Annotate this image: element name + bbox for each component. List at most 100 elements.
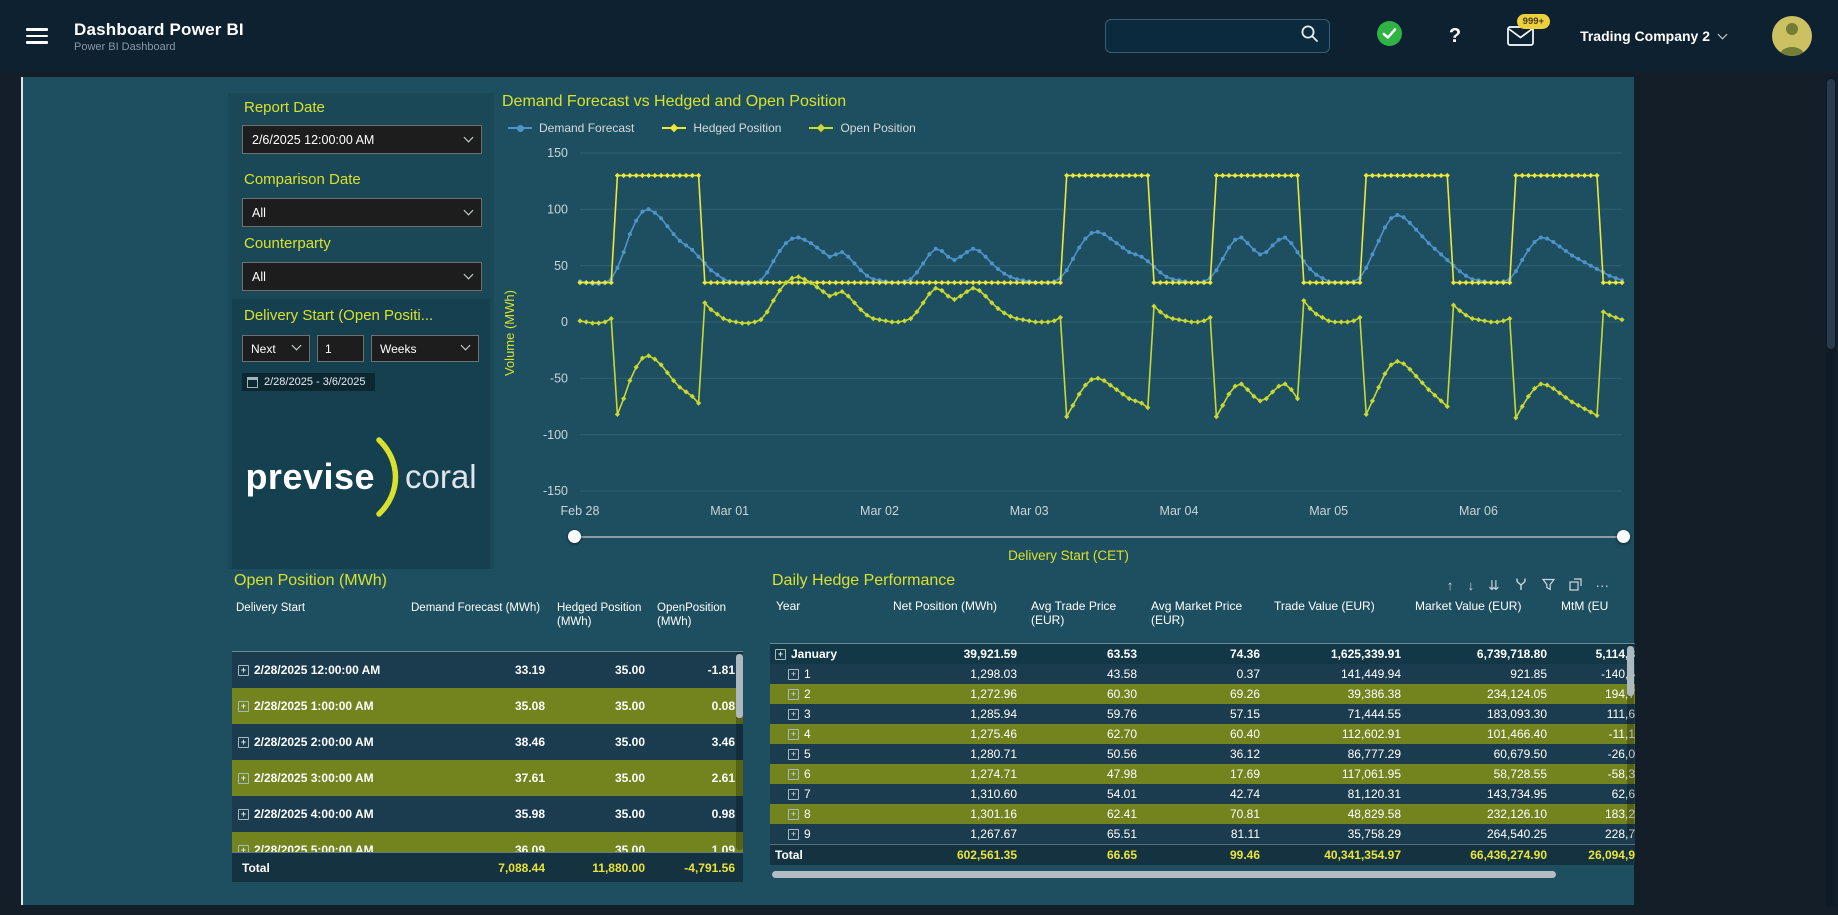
scrollbar-thumb[interactable]	[1627, 646, 1634, 696]
legend-item[interactable]: Hedged Position	[662, 121, 781, 135]
comparison-date-label: Comparison Date	[244, 171, 361, 188]
expand-icon[interactable]: +	[788, 829, 799, 840]
search-icon[interactable]	[1300, 24, 1319, 48]
expand-icon[interactable]: +	[238, 773, 249, 784]
drill-mode-icon[interactable]	[1514, 577, 1528, 594]
x-axis-title: Delivery Start (CET)	[500, 548, 1637, 563]
table-row[interactable]: +2/28/2025 2:00:00 AM38.4635.003.46	[232, 724, 743, 760]
report-date-label: Report Date	[244, 99, 325, 116]
column-header[interactable]: Demand Forecast (MWh)	[407, 598, 553, 651]
expand-icon[interactable]: +	[788, 729, 799, 740]
help-icon[interactable]: ?	[1449, 25, 1461, 48]
expand-icon[interactable]: +	[788, 709, 799, 720]
expand-icon[interactable]: +	[238, 665, 249, 676]
value-cell: 48,829.58	[1268, 804, 1409, 824]
vertical-scrollbar[interactable]	[1627, 644, 1634, 836]
drill-up-icon[interactable]: ↑	[1447, 579, 1454, 593]
table-row[interactable]: +11,298.0343.580.37141,449.94921.85-140,…	[770, 664, 1635, 684]
comparison-date-dropdown[interactable]: All	[242, 198, 482, 227]
scrollbar-thumb[interactable]	[736, 654, 743, 718]
column-header[interactable]: OpenPosition (MWh)	[653, 598, 743, 651]
expand-all-icon[interactable]: ⇊	[1488, 579, 1499, 593]
value-cell: 35.00	[553, 724, 653, 760]
horizontal-scrollbar[interactable]	[772, 871, 1556, 878]
table-row[interactable]: +71,310.6054.0142.7481,120.31143,734.956…	[770, 784, 1635, 804]
value-cell: 1,301.16	[887, 804, 1025, 824]
column-header[interactable]: Trade Value (EUR)	[1268, 596, 1409, 643]
counterparty-dropdown[interactable]: All	[242, 262, 482, 291]
column-header[interactable]: Hedged Position (MWh)	[553, 598, 653, 651]
value-cell: 35.00	[553, 652, 653, 688]
filter-panel: Report Date 2/6/2025 12:00:00 AM Compari…	[228, 93, 494, 569]
column-header[interactable]: Avg Market Price (EUR)	[1145, 596, 1268, 643]
expand-icon[interactable]: +	[788, 749, 799, 760]
table-row[interactable]: +2/28/2025 4:00:00 AM35.9835.000.98	[232, 796, 743, 832]
table-row[interactable]: +21,272.9660.3069.2639,386.38234,124.051…	[770, 684, 1635, 704]
expand-icon[interactable]: +	[788, 789, 799, 800]
mail-badge: 999+	[1517, 14, 1550, 29]
period-unit-dropdown[interactable]: Weeks	[371, 335, 479, 362]
expand-icon[interactable]: +	[775, 649, 786, 660]
svg-text:Mar 04: Mar 04	[1160, 504, 1199, 518]
value-cell: 35,758.29	[1268, 824, 1409, 844]
column-header[interactable]: Avg Trade Price (EUR)	[1025, 596, 1145, 643]
expand-icon[interactable]: +	[238, 845, 249, 853]
drill-down-icon[interactable]: ↓	[1467, 579, 1474, 593]
legend-item[interactable]: Demand Forecast	[508, 121, 634, 135]
table-row[interactable]: +81,301.1662.4170.8148,829.58232,126.101…	[770, 804, 1635, 824]
slider-handle-end[interactable]	[1617, 530, 1630, 543]
expand-icon[interactable]: +	[238, 737, 249, 748]
year-cell: +6	[770, 764, 887, 784]
column-header[interactable]: Market Value (EUR)	[1409, 596, 1555, 643]
line-chart[interactable]: 150100500-50-100-150Feb 28Mar 01Mar 02Ma…	[500, 139, 1637, 535]
delivery-start-cell: +2/28/2025 2:00:00 AM	[232, 724, 407, 760]
focus-mode-icon[interactable]	[1569, 578, 1582, 594]
filter-icon[interactable]	[1542, 578, 1555, 594]
expand-icon[interactable]: +	[238, 701, 249, 712]
more-options-icon[interactable]: ···	[1596, 579, 1610, 593]
expand-icon[interactable]: +	[788, 809, 799, 820]
report-date-dropdown[interactable]: 2/6/2025 12:00:00 AM	[242, 125, 482, 154]
legend-item[interactable]: Open Position	[809, 121, 915, 135]
value-cell: 35.08	[407, 688, 553, 724]
search-box[interactable]	[1105, 19, 1330, 53]
total-label: Total	[232, 853, 407, 882]
column-header[interactable]: Net Position (MWh)	[887, 596, 1025, 643]
table-row[interactable]: +2/28/2025 12:00:00 AM33.1935.00-1.81	[232, 652, 743, 688]
range-slider[interactable]	[568, 530, 1630, 544]
slider-handle-start[interactable]	[568, 530, 581, 543]
table-row[interactable]: +2/28/2025 1:00:00 AM35.0835.000.08	[232, 688, 743, 724]
scrollbar-thumb[interactable]	[1827, 79, 1835, 349]
calendar-icon	[247, 377, 258, 388]
status-check-icon[interactable]	[1376, 20, 1403, 52]
value-cell: 62.41	[1025, 804, 1145, 824]
table-row[interactable]: +2/28/2025 5:00:00 AM36.0935.001.09	[232, 832, 743, 852]
search-input[interactable]	[1116, 28, 1300, 45]
expand-icon[interactable]: +	[788, 689, 799, 700]
mail-icon[interactable]: 999+	[1507, 26, 1534, 46]
visual-header-toolbar: ↑ ↓ ⇊ ···	[1447, 577, 1609, 594]
expand-icon[interactable]: +	[788, 769, 799, 780]
page-scrollbar[interactable]	[1826, 77, 1836, 907]
table-row[interactable]: +January39,921.5963.5374.361,625,339.916…	[770, 644, 1635, 664]
table-row[interactable]: +41,275.4662.7060.40112,602.91101,466.40…	[770, 724, 1635, 744]
legend-label: Open Position	[840, 121, 915, 135]
user-avatar[interactable]	[1772, 16, 1812, 56]
column-header[interactable]: Delivery Start	[232, 598, 407, 651]
expand-icon[interactable]: +	[238, 809, 249, 820]
column-header[interactable]: MtM (EU	[1555, 596, 1635, 643]
table-row[interactable]: +2/28/2025 3:00:00 AM37.6135.002.61	[232, 760, 743, 796]
period-count-input[interactable]	[317, 335, 364, 362]
period-direction-dropdown[interactable]: Next	[242, 335, 310, 362]
company-selector[interactable]: Trading Company 2	[1580, 28, 1726, 44]
menu-icon[interactable]	[26, 24, 50, 48]
slider-track[interactable]	[574, 536, 1624, 538]
table-row[interactable]: +91,267.6765.5181.1135,758.29264,540.252…	[770, 824, 1635, 844]
table-row[interactable]: +31,285.9459.7657.1571,444.55183,093.301…	[770, 704, 1635, 724]
table-row[interactable]: +61,274.7147.9817.69117,061.9558,728.55-…	[770, 764, 1635, 784]
chart-legend: Demand Forecast Hedged Position Open Posit…	[508, 121, 916, 135]
vertical-scrollbar[interactable]	[736, 652, 743, 850]
table-row[interactable]: +51,280.7150.5636.1286,777.2960,679.50-2…	[770, 744, 1635, 764]
column-header[interactable]: Year	[770, 596, 887, 643]
expand-icon[interactable]: +	[788, 669, 799, 680]
